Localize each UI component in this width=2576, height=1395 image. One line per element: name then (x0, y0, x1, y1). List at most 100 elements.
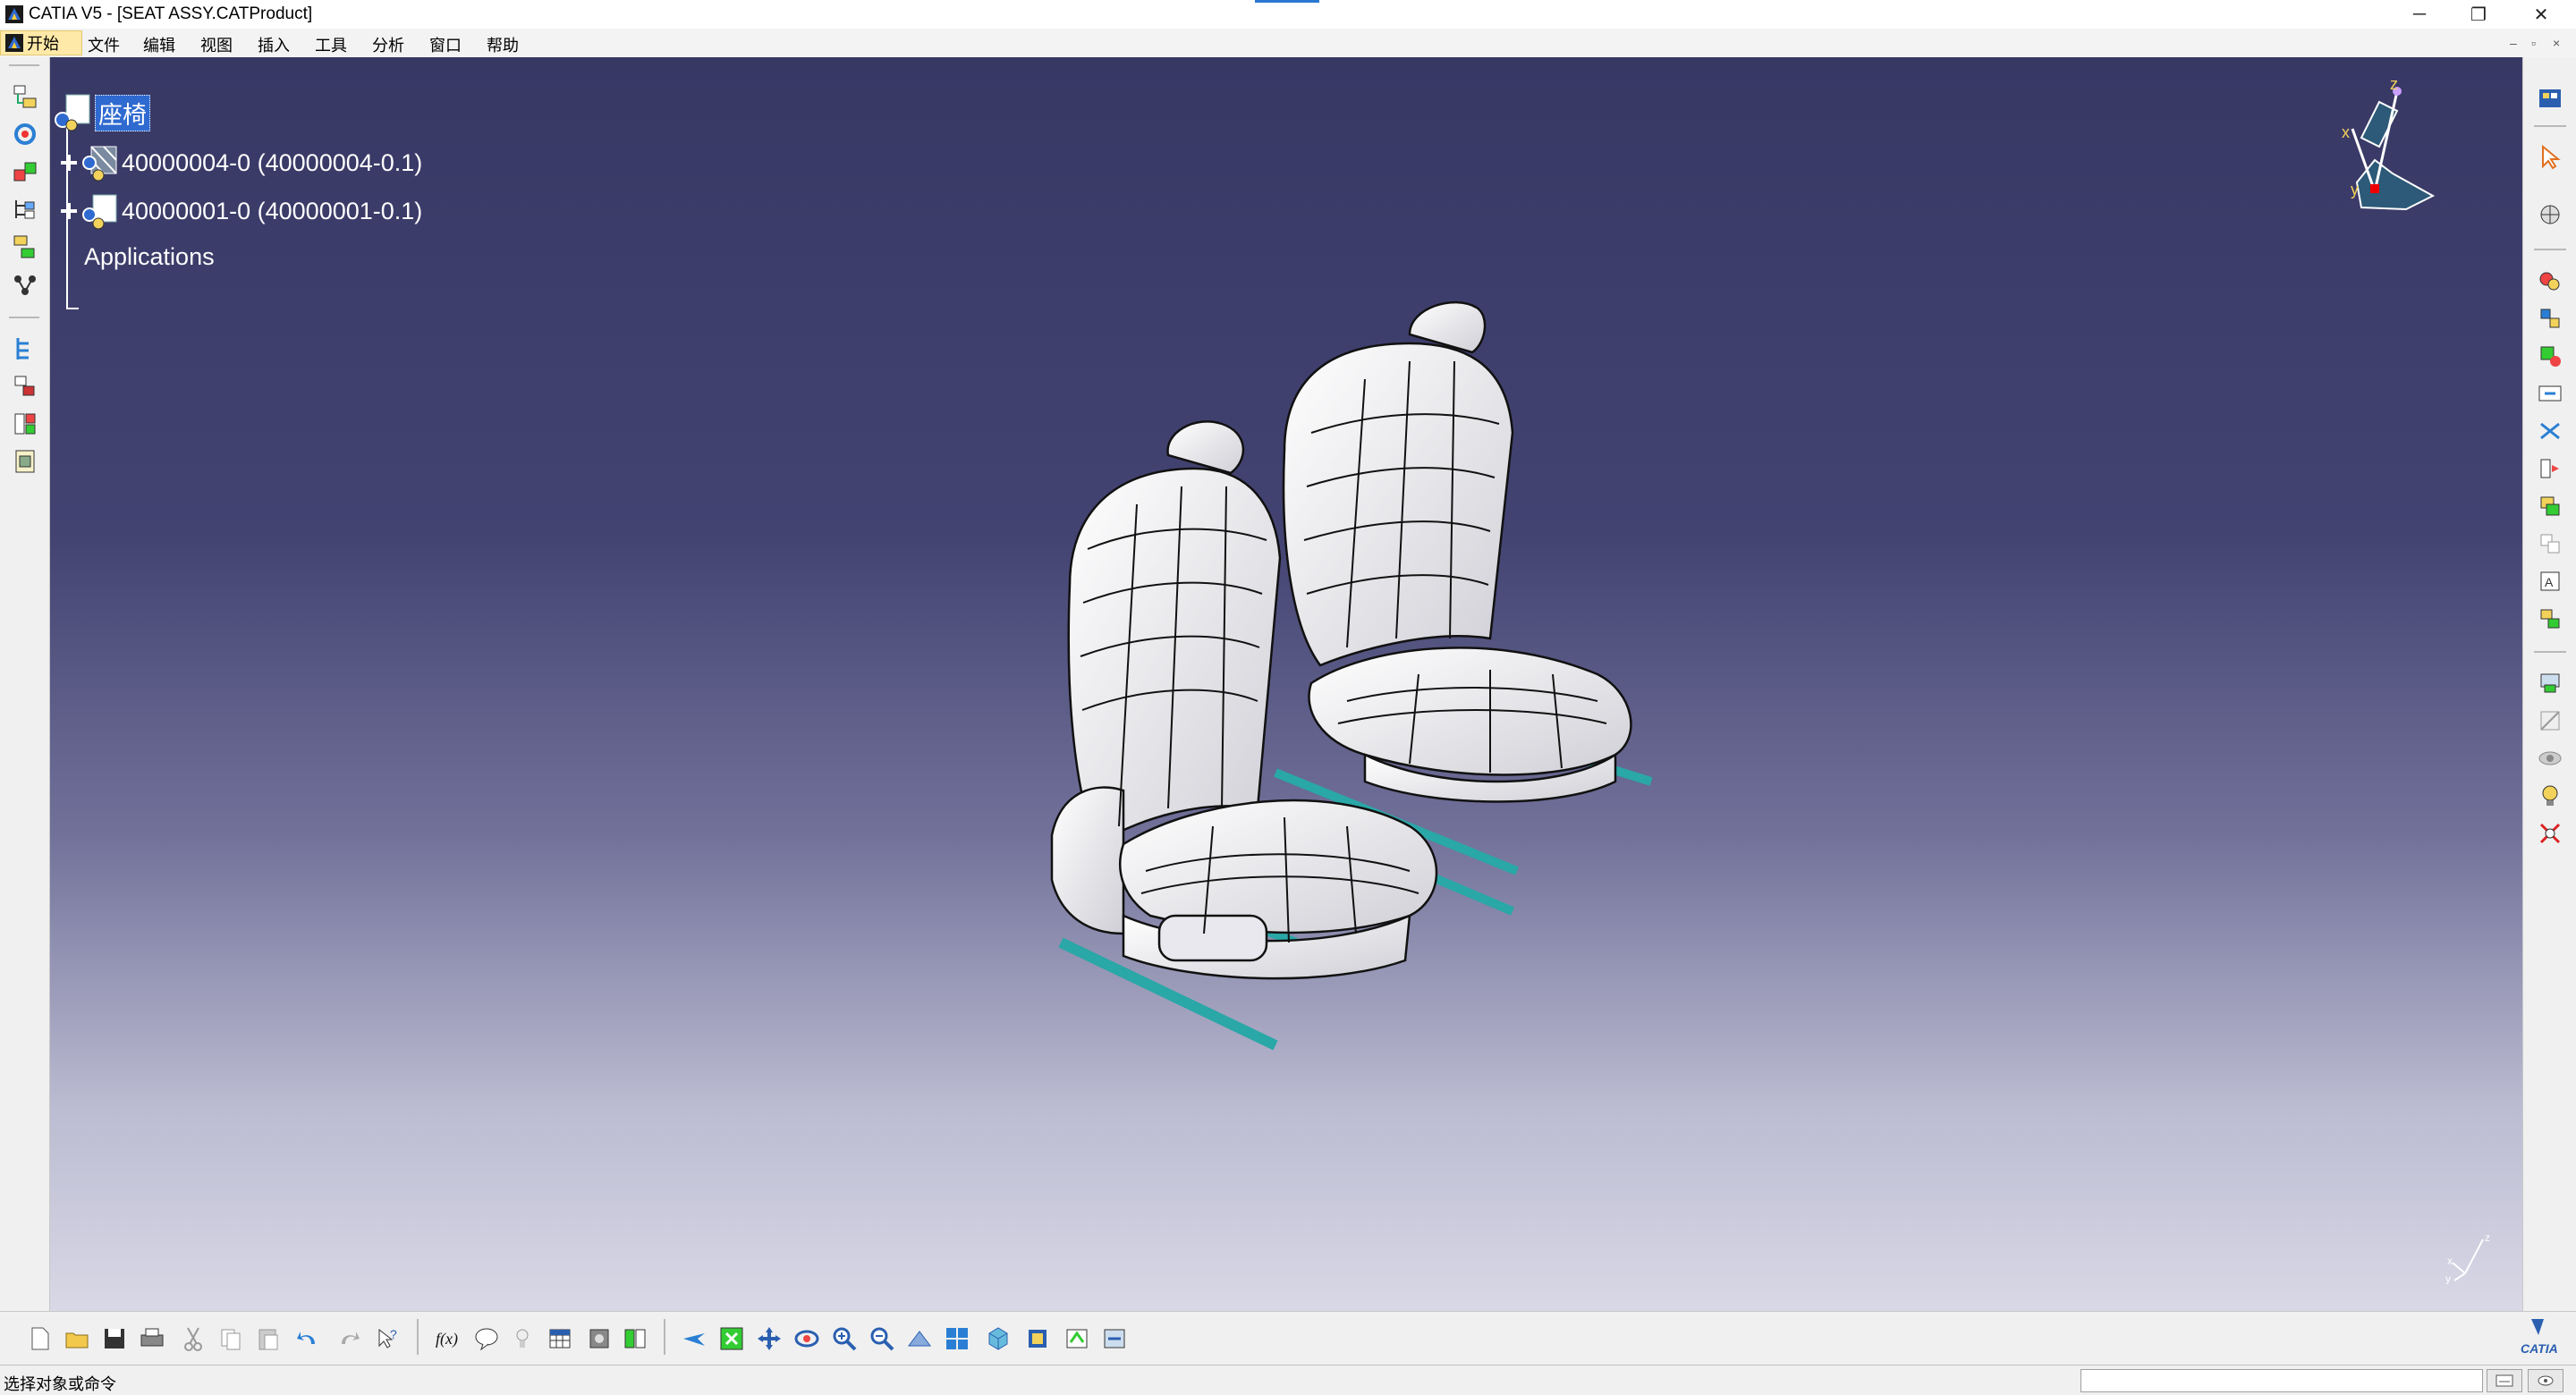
menu-insert[interactable]: 插入 (258, 33, 290, 56)
compass-icon[interactable]: z x y (2308, 75, 2460, 236)
coincidence-constraint-icon[interactable] (2532, 376, 2568, 411)
catia-start-icon (5, 34, 23, 52)
flexible-subassembly-icon[interactable] (2532, 703, 2568, 739)
table-icon[interactable] (542, 1321, 578, 1357)
product-icon (82, 194, 117, 230)
offset-constraint-icon[interactable] (2532, 451, 2568, 486)
light-bulb-icon[interactable] (504, 1321, 540, 1357)
new-icon[interactable] (21, 1321, 57, 1357)
doc-minimize-button[interactable]: – (2510, 36, 2517, 50)
restore-button[interactable]: ❐ (2449, 0, 2508, 29)
quick-constraint-icon[interactable] (2532, 601, 2568, 637)
replace-component-icon[interactable] (7, 229, 43, 265)
tree-root[interactable]: 座椅 (52, 93, 150, 132)
multi-view-icon[interactable] (939, 1321, 975, 1357)
compass-z-label: z (2390, 75, 2398, 93)
toolbar-separator (664, 1319, 665, 1355)
update-icon[interactable] (7, 116, 43, 152)
whats-this-icon[interactable]: ? (370, 1321, 406, 1357)
pan-icon[interactable] (751, 1321, 787, 1357)
undo-icon[interactable] (290, 1321, 326, 1357)
3d-viewport[interactable]: 座椅 40000004-0 (40000004-0.1) 40000001-0 … (50, 57, 2522, 1311)
stop-manipulation-icon[interactable] (2532, 338, 2568, 374)
status-options-button[interactable] (2528, 1369, 2563, 1392)
doc-restore-button[interactable]: ▫ (2531, 36, 2536, 50)
fix-together-icon[interactable]: A (2532, 563, 2568, 599)
new-component-icon[interactable] (7, 154, 43, 190)
tree-expand-icon[interactable] (59, 153, 79, 173)
normal-view-icon[interactable] (902, 1321, 937, 1357)
zoom-out-icon[interactable] (864, 1321, 900, 1357)
knowledge-icon[interactable] (469, 1321, 504, 1357)
explode-icon[interactable] (2532, 300, 2568, 336)
zoom-in-icon[interactable] (826, 1321, 862, 1357)
tree-item-40000001[interactable]: 40000001-0 (40000001-0.1) (59, 191, 422, 231)
seat-assembly-model[interactable] (989, 254, 1705, 1077)
manipulation-icon[interactable] (2532, 263, 2568, 299)
swap-space-icon[interactable] (1097, 1321, 1132, 1357)
contact-constraint-icon[interactable] (2532, 413, 2568, 449)
existing-component-icon[interactable] (7, 191, 43, 227)
snap-icon[interactable] (2532, 197, 2568, 232)
menu-bar: 开始 文件 编辑 视图 插入 工具 分析 窗口 帮助 – ▫ × (0, 29, 2576, 57)
formula-icon[interactable]: f(x) (429, 1321, 465, 1357)
catalog-browser-icon[interactable] (2532, 80, 2568, 116)
toolbar-grip (9, 64, 39, 66)
select-icon[interactable] (2532, 140, 2568, 175)
doc-close-button[interactable]: × (2553, 36, 2560, 50)
menu-analyze[interactable]: 分析 (372, 33, 404, 56)
menu-file[interactable]: 文件 (88, 33, 120, 56)
selective-load-icon[interactable] (7, 368, 43, 404)
rotate-icon[interactable] (789, 1321, 825, 1357)
fix-component-icon[interactable] (2532, 526, 2568, 562)
cut-icon[interactable] (175, 1321, 211, 1357)
graph-tree-reorder-icon[interactable] (7, 266, 43, 302)
menu-help[interactable]: 帮助 (487, 33, 519, 56)
standard-toolbar: ? f(x) CATIA (0, 1311, 2576, 1365)
shading-icon[interactable] (1020, 1321, 1055, 1357)
measure-icon[interactable] (2532, 816, 2568, 851)
minimize-button[interactable]: ─ (2390, 0, 2449, 29)
close-button[interactable]: ✕ (2512, 0, 2571, 29)
svg-text:?: ? (390, 1327, 397, 1341)
fit-all-icon[interactable] (714, 1321, 750, 1357)
manage-representations-icon[interactable] (7, 406, 43, 442)
paste-icon[interactable] (250, 1321, 286, 1357)
parameters-icon[interactable] (617, 1321, 653, 1357)
menu-start[interactable]: 开始 (0, 30, 82, 55)
iso-view-icon[interactable] (980, 1321, 1016, 1357)
tree-applications[interactable]: Applications (84, 243, 215, 271)
power-input-button[interactable] (2487, 1369, 2522, 1392)
eye-icon (2538, 1375, 2554, 1386)
light-icon[interactable] (2532, 778, 2568, 814)
compass-x-label: x (2342, 123, 2350, 141)
product-structure-icon[interactable] (7, 79, 43, 114)
redo-icon[interactable] (331, 1321, 367, 1357)
menu-tools[interactable]: 工具 (315, 33, 347, 56)
bom-icon[interactable] (581, 1321, 617, 1357)
tree-item-40000004[interactable]: 40000004-0 (40000004-0.1) (59, 143, 422, 182)
menu-edit[interactable]: 编辑 (143, 33, 175, 56)
product-icon (55, 94, 90, 131)
menu-view[interactable]: 视图 (200, 33, 233, 56)
svg-text:f(x): f(x) (436, 1330, 458, 1348)
save-icon[interactable] (97, 1321, 132, 1357)
menu-window[interactable]: 窗口 (429, 33, 462, 56)
svg-text:A: A (2545, 575, 2554, 589)
tree-expand-icon[interactable] (59, 201, 79, 221)
hide-show-icon[interactable] (2532, 740, 2568, 776)
status-message: 选择对象或命令 (4, 1375, 116, 1393)
angle-constraint-icon[interactable] (2532, 488, 2568, 524)
generate-numbering-icon[interactable] (7, 331, 43, 367)
multi-instantiation-icon[interactable] (7, 444, 43, 479)
power-input-field[interactable] (2080, 1369, 2483, 1392)
reuse-pattern-icon[interactable] (2532, 665, 2568, 701)
keyboard-icon (2496, 1374, 2513, 1387)
tree-item-label: 40000004-0 (40000004-0.1) (122, 148, 423, 176)
hide-show-icon[interactable] (1059, 1321, 1095, 1357)
right-toolbar: A (2522, 57, 2576, 1311)
fly-mode-icon[interactable] (676, 1321, 712, 1357)
open-icon[interactable] (59, 1321, 95, 1357)
copy-icon[interactable] (213, 1321, 249, 1357)
print-icon[interactable] (134, 1321, 170, 1357)
